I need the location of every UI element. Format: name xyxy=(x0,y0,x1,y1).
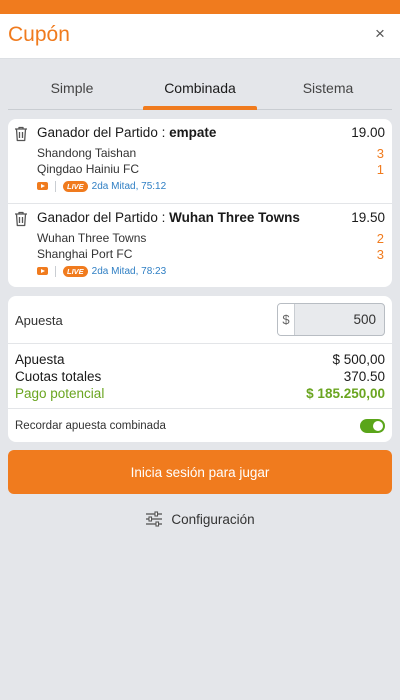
selection-name: empate xyxy=(169,125,217,140)
payout-label: Pago potencial xyxy=(15,386,105,401)
selection-odds: 19.00 xyxy=(351,125,385,140)
tv-icon xyxy=(37,267,48,275)
total-odds-label: Cuotas totales xyxy=(15,369,102,384)
summary-stake: Apuesta $ 500,00 xyxy=(15,352,385,369)
settings-sliders-icon xyxy=(146,511,163,527)
divider xyxy=(55,180,56,192)
selection-odds: 19.50 xyxy=(351,210,385,225)
page-title: Cupón xyxy=(8,23,70,46)
stake-input[interactable]: $ 500 xyxy=(277,303,385,336)
match-status: 2da Mitad, 75:12 xyxy=(91,180,167,192)
home-score: 3 xyxy=(376,146,384,161)
payout-value: $ 185.250,00 xyxy=(306,386,385,401)
coupon-header: Cupón × xyxy=(0,14,400,59)
summary-stake-value: $ 500,00 xyxy=(332,352,385,367)
settings-link[interactable]: Configuración xyxy=(0,508,400,530)
live-badge: LIVE xyxy=(63,265,88,277)
bet-selection: Ganador del Partido : Wuhan Three Towns … xyxy=(8,203,392,287)
home-team: Shandong Taishan xyxy=(37,146,137,160)
settings-label: Configuración xyxy=(171,511,255,527)
bet-type-tabs: Simple Combinada Sistema xyxy=(8,72,392,110)
tv-icon xyxy=(37,182,48,190)
live-badge: LIVE xyxy=(63,180,88,192)
remember-combo-label: Recordar apuesta combinada xyxy=(15,420,166,432)
away-team: Shanghai Port FC xyxy=(37,247,133,261)
remember-combo-toggle[interactable] xyxy=(360,419,385,433)
toggle-knob xyxy=(373,421,383,431)
tab-combinada[interactable]: Combinada xyxy=(136,72,264,110)
bet-summary: Apuesta $ 500,00 Cuotas totales 370.50 P… xyxy=(8,350,392,406)
market-label: Ganador del Partido : Wuhan Three Towns xyxy=(37,210,300,225)
away-score: 1 xyxy=(376,162,384,177)
match-meta: LIVE 2da Mitad, 78:23 xyxy=(37,264,166,278)
selection-name: Wuhan Three Towns xyxy=(169,210,300,225)
market-label: Ganador del Partido : empate xyxy=(37,125,217,140)
login-to-play-button[interactable]: Inicia sesión para jugar xyxy=(8,450,392,494)
away-team: Qingdao Hainiu FC xyxy=(37,162,140,176)
trash-icon[interactable] xyxy=(14,211,28,227)
divider xyxy=(55,265,56,277)
close-icon[interactable]: × xyxy=(370,24,390,44)
stake-card: Apuesta $ 500 Apuesta $ 500,00 Cuotas to… xyxy=(8,296,392,442)
stake-row: Apuesta $ 500 xyxy=(8,296,392,344)
stake-value[interactable]: 500 xyxy=(353,304,376,335)
bet-selection: Ganador del Partido : empate 19.00 Shand… xyxy=(8,119,392,203)
remember-combo-row: Recordar apuesta combinada xyxy=(8,408,392,442)
home-team: Wuhan Three Towns xyxy=(37,231,147,245)
tab-simple[interactable]: Simple xyxy=(8,72,136,109)
match-status: 2da Mitad, 78:23 xyxy=(91,265,167,277)
away-score: 3 xyxy=(376,247,384,262)
total-odds-value: 370.50 xyxy=(343,369,385,384)
summary-payout: Pago potencial $ 185.250,00 xyxy=(15,386,385,403)
trash-icon[interactable] xyxy=(14,126,28,142)
stake-label: Apuesta xyxy=(15,313,63,328)
tab-sistema[interactable]: Sistema xyxy=(264,72,392,109)
top-accent-bar xyxy=(0,0,400,14)
summary-total-odds: Cuotas totales 370.50 xyxy=(15,369,385,386)
summary-stake-label: Apuesta xyxy=(15,352,65,367)
selections-card: Ganador del Partido : empate 19.00 Shand… xyxy=(8,119,392,287)
match-meta: LIVE 2da Mitad, 75:12 xyxy=(37,179,166,193)
home-score: 2 xyxy=(376,231,384,246)
currency-symbol: $ xyxy=(278,304,295,335)
